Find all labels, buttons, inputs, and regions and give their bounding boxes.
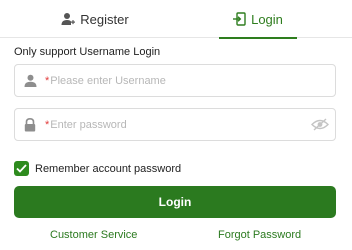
username-input[interactable] bbox=[50, 66, 335, 95]
forgot-password-link[interactable]: Forgot Password bbox=[218, 229, 301, 241]
eye-slash-icon[interactable] bbox=[305, 118, 335, 131]
remember-checkbox[interactable] bbox=[14, 161, 29, 176]
user-plus-icon bbox=[61, 12, 76, 26]
password-input[interactable] bbox=[50, 110, 305, 139]
login-hint: Only support Username Login bbox=[14, 46, 161, 58]
username-required-mark: * bbox=[45, 74, 50, 87]
remember-label: Remember account password bbox=[35, 162, 182, 175]
user-icon bbox=[15, 74, 45, 87]
username-field[interactable]: * bbox=[14, 64, 336, 97]
tab-login-label: Login bbox=[251, 11, 283, 27]
login-door-icon bbox=[233, 12, 246, 26]
customer-service-link[interactable]: Customer Service bbox=[50, 229, 137, 241]
tab-register-label: Register bbox=[80, 11, 129, 27]
password-field[interactable]: * bbox=[14, 108, 336, 141]
auth-tabs: Register Login bbox=[0, 0, 352, 39]
password-required-mark: * bbox=[45, 118, 50, 131]
tab-login[interactable]: Login bbox=[219, 0, 297, 39]
login-button[interactable]: Login bbox=[14, 186, 336, 218]
lock-icon bbox=[15, 117, 45, 132]
checkmark-icon bbox=[16, 164, 27, 173]
tab-register[interactable]: Register bbox=[40, 0, 150, 38]
remember-password[interactable]: Remember account password bbox=[14, 161, 181, 176]
